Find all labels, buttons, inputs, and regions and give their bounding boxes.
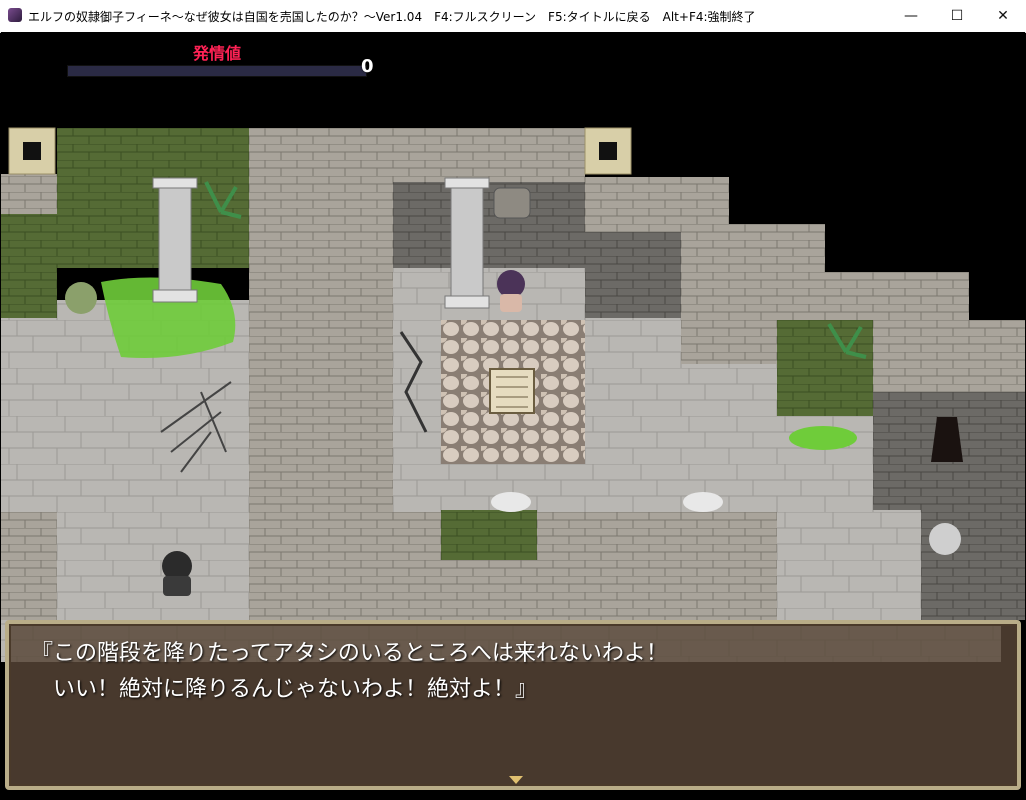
wall-bottom-moss [441, 510, 537, 560]
message-text: 『この階段を降りたってアタシのいるところへは来れないわよ！ いい！絶対に降りるん… [31, 636, 668, 708]
minimize-button[interactable]: — [888, 0, 934, 32]
stone-plaque [493, 187, 531, 219]
wall-left-top [1, 174, 57, 214]
title-bar: エルフの奴隷御子フィーネ～なぜ彼女は自国を売国したのか？～Ver1.04 F4:… [0, 0, 1026, 33]
wall-slot-hole-right [599, 142, 617, 160]
game-viewport[interactable]: 発情値 0 『この階段を降りたってアタシのいるところへは来れないわよ！ いい！絶… [1, 32, 1025, 799]
app-icon [8, 8, 22, 22]
message-line-2: いい！絶対に降りるんじゃないわよ！絶対よ！』 [31, 677, 538, 702]
wall-slot-hole-left [23, 142, 41, 160]
rock-pile-left [65, 282, 97, 314]
close-button[interactable]: ✕ [980, 0, 1026, 32]
rock-pile-right [929, 523, 961, 555]
maximize-button[interactable]: ☐ [934, 0, 980, 32]
grass-patch-right [789, 426, 857, 450]
arousal-label: 発情値 [193, 44, 242, 63]
window-title: エルフの奴隷御子フィーネ～なぜ彼女は自国を売国したのか？～Ver1.04 F4:… [28, 10, 756, 24]
arousal-gauge [67, 65, 367, 77]
wall-bottom-left [1, 512, 57, 620]
continue-arrow-icon [509, 776, 523, 784]
arousal-value: 0 [361, 56, 374, 77]
stairs-down[interactable] [489, 368, 535, 414]
pillar-center [444, 177, 490, 309]
wall-left-moss [57, 128, 249, 268]
character-girl[interactable] [497, 270, 525, 312]
character-hooded[interactable] [162, 551, 192, 596]
pillar-left [152, 177, 198, 303]
wall-step-1-dark [585, 232, 681, 318]
message-window[interactable]: 『この階段を降りたってアタシのいるところへは来れないわよ！ いい！絶対に降りるん… [5, 620, 1021, 790]
message-line-1: 『この階段を降りたってアタシのいるところへは来れないわよ！ [31, 641, 668, 666]
wall-center-dark [393, 182, 585, 268]
dome-2 [683, 492, 723, 512]
wall-left-moss2 [1, 214, 57, 318]
dome-1 [491, 492, 531, 512]
